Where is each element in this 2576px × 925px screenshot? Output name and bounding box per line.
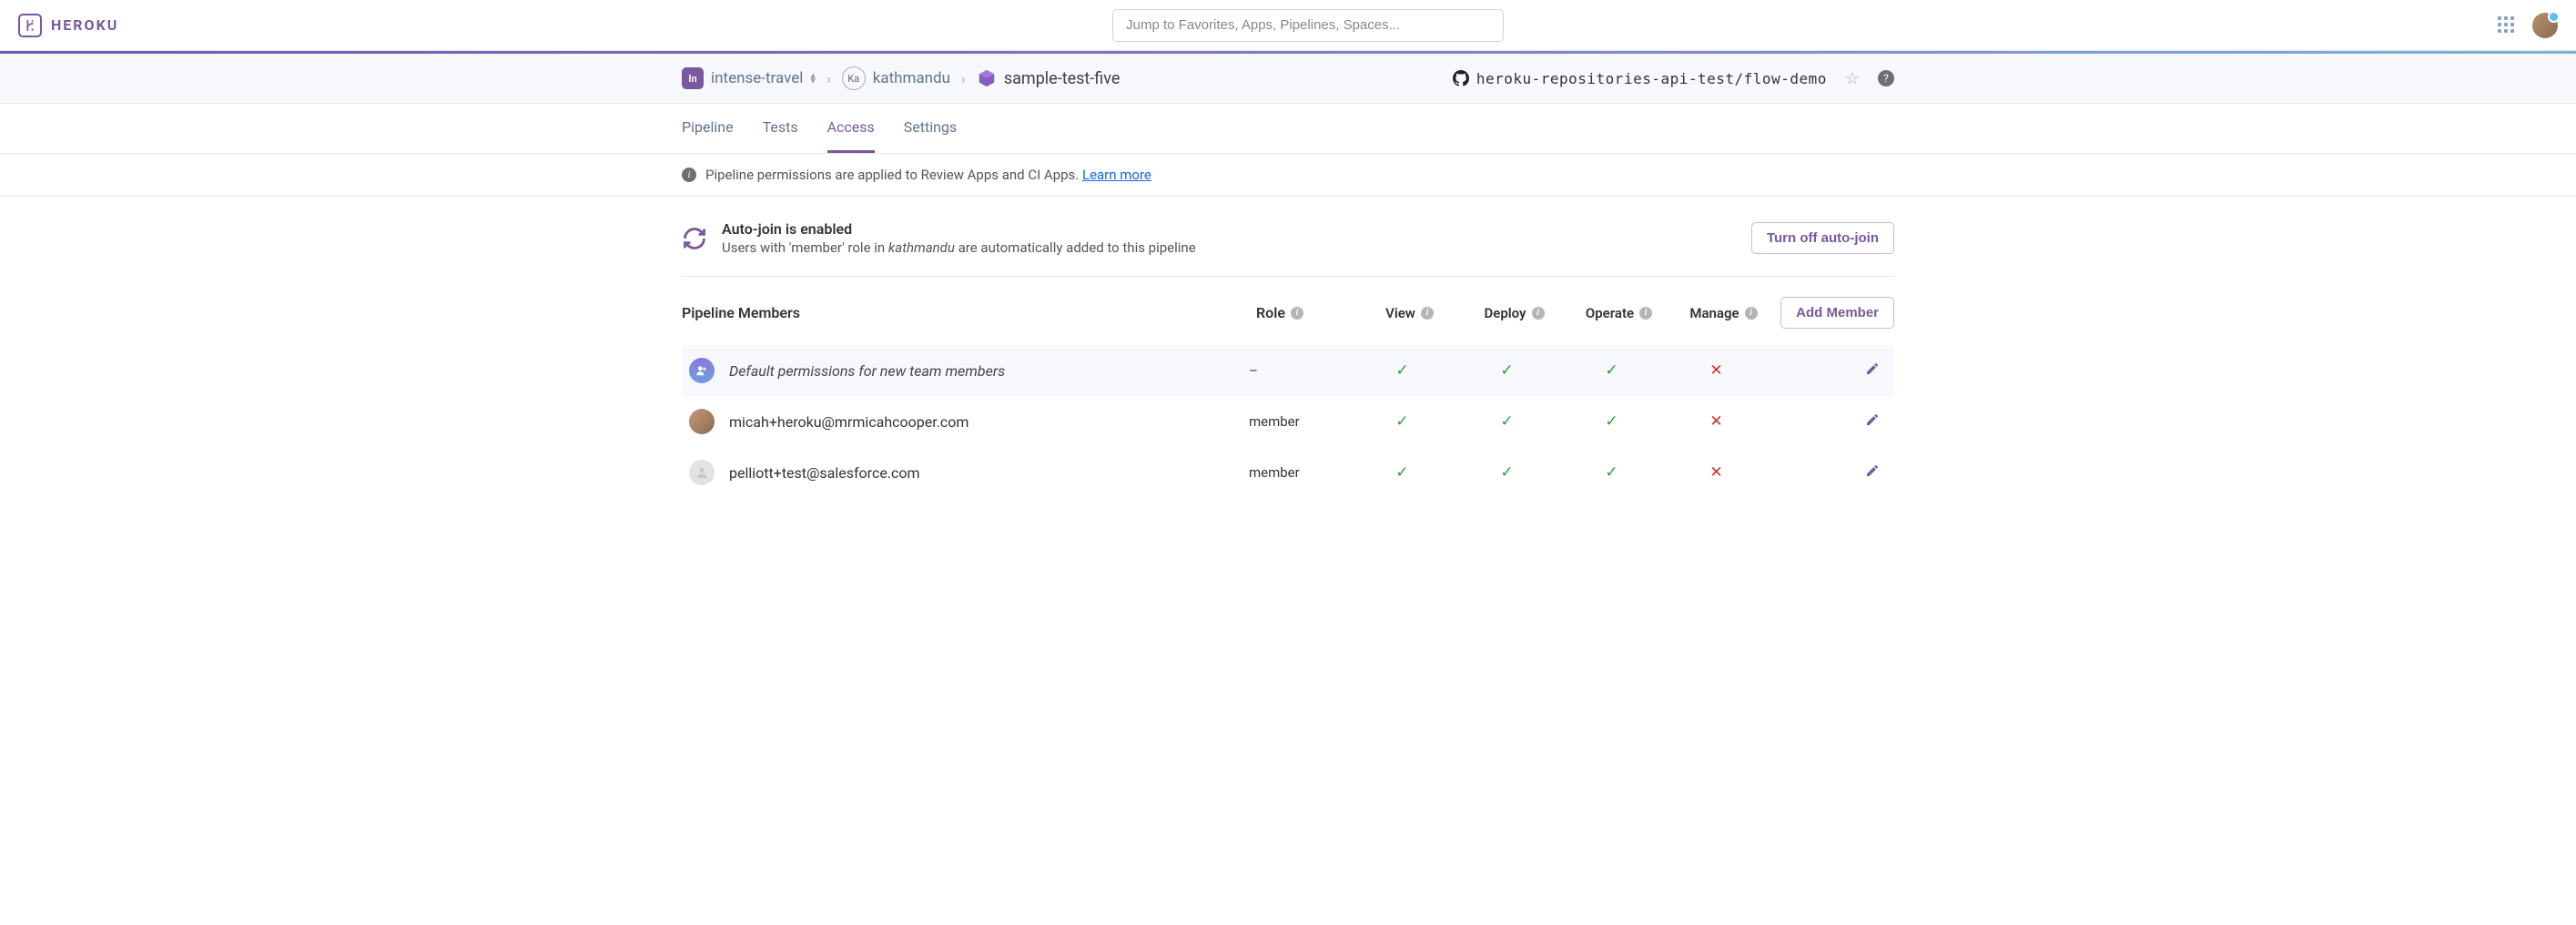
perm-manage: ✕ [1664,412,1769,431]
autojoin-title: Auto-join is enabled [722,220,1196,238]
breadcrumb-app[interactable]: sample-test-five [977,68,1121,88]
info-icon: i [682,168,696,182]
perm-operate: ✓ [1559,412,1664,431]
turn-off-autojoin-button[interactable]: Turn off auto-join [1751,222,1894,254]
app-hex-icon [977,68,997,88]
top-bar: HEROKU [0,0,2576,51]
col-operate: Operatei [1567,305,1671,321]
perm-view: ✓ [1350,361,1455,380]
edit-cell [1769,463,1887,482]
edit-icon[interactable] [1865,412,1880,427]
tab-settings[interactable]: Settings [904,104,957,153]
info-icon: i [1639,307,1652,320]
team-badge: In [682,67,704,89]
perm-manage: ✕ [1664,361,1769,380]
sync-icon [682,226,707,251]
perm-operate: ✓ [1559,361,1664,380]
tab-tests[interactable]: Tests [763,104,798,153]
breadcrumb: In intense-travel ▴▾ › Ka kathmandu › sa… [678,54,1898,103]
member-avatar [689,409,715,434]
info-icon: i [1532,307,1545,320]
members-title: Pipeline Members [682,304,1253,321]
table-row: pelliott+test@salesforce.commember✓✓✓✕ [682,447,1894,498]
chevron-right-icon: › [827,70,831,87]
perm-manage: ✕ [1664,463,1769,482]
perm-view: ✓ [1350,463,1455,482]
info-icon: i [1291,307,1303,320]
perm-deploy: ✓ [1455,412,1559,431]
col-view: Viewi [1357,305,1462,321]
team-switch-icon[interactable]: ▴▾ [810,73,816,84]
autojoin-panel: Auto-join is enabled Users with 'member'… [682,197,1894,277]
tab-pipeline[interactable]: Pipeline [682,104,734,153]
edit-cell [1769,412,1887,431]
learn-more-link[interactable]: Learn more [1082,167,1151,183]
perm-operate: ✓ [1559,463,1664,482]
member-avatar [689,358,715,383]
member-role: – [1245,362,1350,379]
member-name: micah+heroku@mrmicahcooper.com [729,413,1245,431]
github-icon [1453,70,1469,86]
add-member-button[interactable]: Add Member [1780,297,1894,329]
breadcrumb-team[interactable]: In intense-travel ▴▾ [682,67,816,89]
col-manage: Managei [1671,305,1776,321]
edit-icon[interactable] [1865,463,1880,478]
autojoin-description: Users with 'member' role in kathmandu ar… [722,239,1196,256]
github-repo-link[interactable]: heroku-repositories-api-test/flow-demo [1453,70,1827,87]
members-table-header: Pipeline Members Rolei Viewi Deployi Ope… [682,277,1894,345]
table-row: Default permissions for new team members… [682,345,1894,396]
app-switcher-icon[interactable] [2498,16,2516,35]
tab-access[interactable]: Access [827,104,875,153]
col-role: Rolei [1253,304,1357,321]
member-role: member [1245,413,1350,430]
search-input[interactable] [1112,9,1504,42]
member-name: Default permissions for new team members [729,362,1245,380]
help-icon[interactable]: ? [1878,70,1894,86]
favorite-star-icon[interactable]: ☆ [1845,69,1860,88]
edit-icon[interactable] [1865,361,1880,376]
info-icon: i [1421,307,1434,320]
tabs: Pipeline Tests Access Settings [678,104,1898,153]
info-icon: i [1745,307,1758,320]
perm-deploy: ✓ [1455,361,1559,380]
table-row: micah+heroku@mrmicahcooper.commember✓✓✓✕ [682,396,1894,447]
member-avatar [689,460,715,485]
member-name: pelliott+test@salesforce.com [729,464,1245,482]
col-deploy: Deployi [1462,305,1567,321]
org-badge: Ka [842,66,866,90]
edit-cell [1769,361,1887,380]
heroku-logo[interactable]: HEROKU [18,14,118,37]
perm-view: ✓ [1350,412,1455,431]
perm-deploy: ✓ [1455,463,1559,482]
heroku-logo-icon [18,14,42,37]
chevron-right-icon: › [961,70,966,87]
user-avatar[interactable] [2532,13,2558,38]
breadcrumb-org[interactable]: Ka kathmandu [842,66,950,90]
info-banner: i Pipeline permissions are applied to Re… [678,154,1898,196]
brand-text: HEROKU [51,16,118,34]
member-role: member [1245,464,1350,481]
